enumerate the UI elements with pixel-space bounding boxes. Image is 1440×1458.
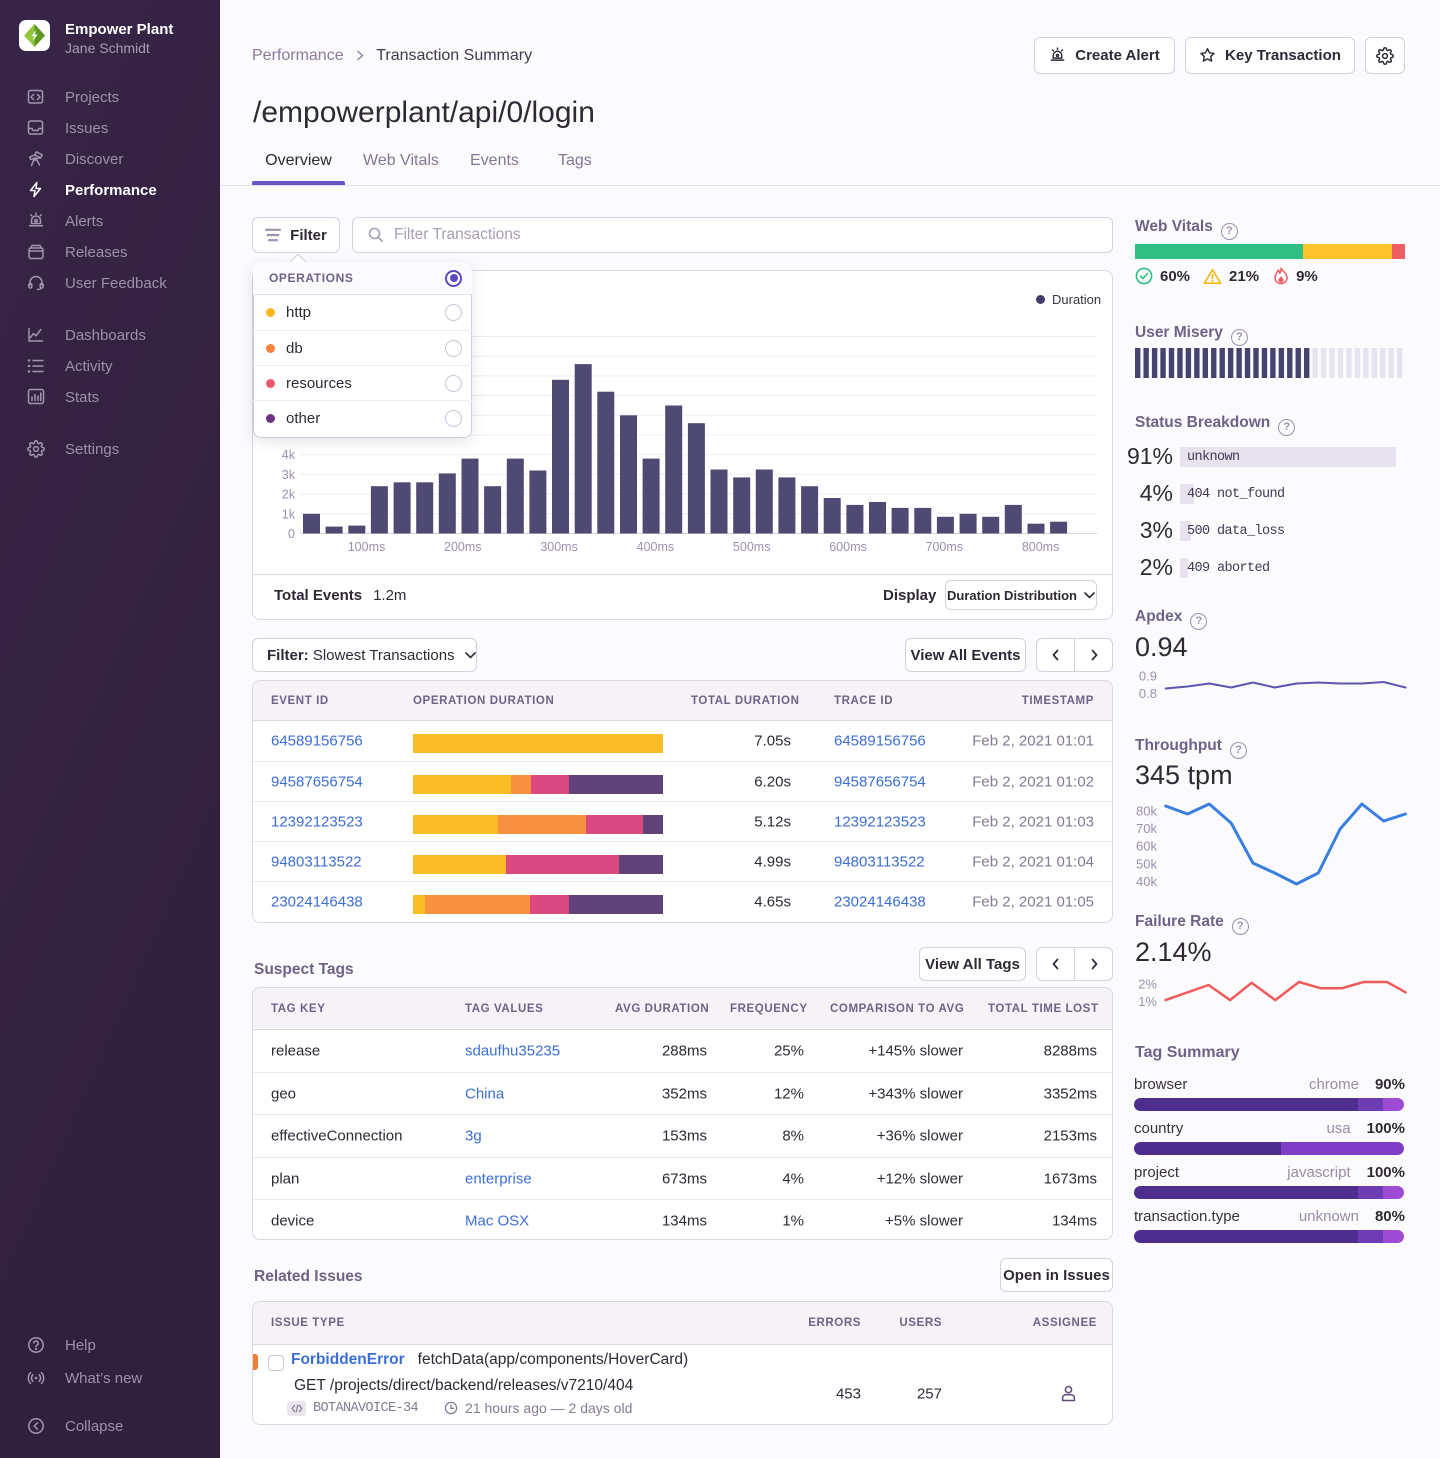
svg-text:0: 0 <box>288 527 295 541</box>
svg-text:200ms: 200ms <box>444 540 482 554</box>
svg-text:40k: 40k <box>1136 874 1157 889</box>
svg-text:2k: 2k <box>282 488 296 502</box>
svg-text:600ms: 600ms <box>829 540 867 554</box>
svg-text:500ms: 500ms <box>733 540 771 554</box>
svg-text:800ms: 800ms <box>1022 540 1060 554</box>
svg-text:0.9: 0.9 <box>1139 669 1157 684</box>
svg-text:0.8: 0.8 <box>1139 686 1157 701</box>
svg-text:700ms: 700ms <box>926 540 964 554</box>
svg-text:300ms: 300ms <box>540 540 578 554</box>
svg-text:100ms: 100ms <box>348 540 386 554</box>
svg-text:60k: 60k <box>1136 839 1157 854</box>
svg-text:4k: 4k <box>282 448 296 462</box>
svg-text:3k: 3k <box>282 468 296 482</box>
svg-text:80k: 80k <box>1136 804 1157 819</box>
svg-text:400ms: 400ms <box>637 540 675 554</box>
svg-text:2%: 2% <box>1138 976 1157 991</box>
svg-text:70k: 70k <box>1136 821 1157 836</box>
svg-text:1k: 1k <box>282 507 296 521</box>
svg-text:1%: 1% <box>1138 994 1157 1009</box>
svg-text:50k: 50k <box>1136 857 1157 872</box>
